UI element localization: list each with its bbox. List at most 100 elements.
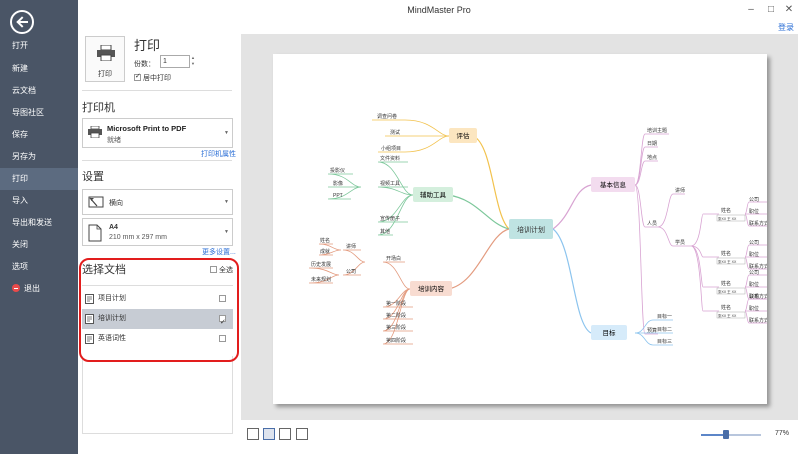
svg-text:学员: 学员 (675, 239, 685, 246)
mindmap-contact-node: 联系方式 (749, 263, 767, 270)
print-heading: 打印 (134, 38, 161, 53)
zoom-slider-handle[interactable] (723, 430, 730, 439)
file-menu-sidebar: 打开 新建 云文档 导图社区 保存 另存为 打印 导入 导出和发送 关闭 选项 … (0, 0, 78, 454)
title-bar: MindMaster Pro – □ ✕ (78, 0, 800, 22)
orientation-value: 横向 (109, 200, 123, 207)
paper-size-dropdown[interactable]: A4 210 mm x 297 mm ▼ (82, 218, 233, 246)
nav-item-exit[interactable]: 退出 (0, 278, 78, 300)
divider (82, 160, 232, 161)
mindmap-name-node: 姓名 (721, 280, 731, 287)
branch-tools: 辅助工具 (420, 190, 447, 199)
svg-text:视频工具: 视频工具 (380, 180, 400, 187)
svg-text:姓名: 姓名 (320, 237, 330, 244)
mindmap-sample-names: 张XX 王 XX (718, 313, 737, 318)
printer-name: Microsoft Print to PDF (107, 124, 187, 133)
mindmap-contact-node: 公司 (749, 294, 759, 300)
svg-text:讲师: 讲师 (346, 243, 356, 250)
mindmap-sample-names: 张XX 王 XX (718, 259, 737, 264)
print-preview-area[interactable]: 培训计划 评估 辅助工具 培训内容 基本信息 目标 调查问卷 测试 小组项目 文… (241, 34, 798, 420)
app-title: MindMaster Pro (407, 5, 471, 15)
svg-text:日期: 日期 (647, 141, 657, 147)
svg-text:第二阶段: 第二阶段 (386, 312, 406, 319)
chevron-down-icon: ▼ (224, 229, 229, 235)
svg-text:PPT: PPT (333, 193, 343, 199)
svg-text:预算: 预算 (647, 327, 657, 334)
preview-page: 培训计划 评估 辅助工具 培训内容 基本信息 目标 调查问卷 测试 小组项目 文… (273, 54, 767, 404)
svg-text:宣传册子: 宣传册子 (380, 215, 400, 222)
chevron-down-icon: ▼ (224, 130, 229, 136)
close-icon[interactable]: ✕ (782, 3, 796, 17)
copies-input[interactable]: 1 (160, 55, 190, 68)
center-print-checkbox[interactable]: 居中打印 (134, 72, 171, 83)
svg-text:第一阶段: 第一阶段 (386, 300, 406, 307)
svg-text:人员: 人员 (647, 221, 657, 227)
orientation-dropdown[interactable]: 横向 ▼ (82, 189, 233, 215)
svg-text:其他: 其他 (380, 228, 390, 235)
svg-text:公司: 公司 (346, 269, 356, 275)
mindmap-contact-node: 公司 (749, 240, 759, 246)
maximize-icon[interactable]: □ (764, 3, 778, 17)
nav-item-save[interactable]: 保存 (0, 124, 78, 146)
printer-icon (97, 45, 115, 61)
zoom-level: 77% (775, 430, 790, 437)
mindmap-name-node: 姓名 (721, 304, 731, 311)
copies-spinner[interactable]: ▲ ▼ (191, 55, 197, 68)
svg-text:培训主题: 培训主题 (647, 127, 667, 134)
login-link[interactable]: 登录 (778, 22, 794, 33)
nav-item-close[interactable]: 关闭 (0, 234, 78, 256)
mindmap-contact-node: 职位 (749, 251, 759, 258)
divider (82, 90, 232, 91)
nav-item-open[interactable]: 打开 (0, 35, 78, 57)
landscape-icon (88, 196, 104, 208)
nav-item-cloud-docs[interactable]: 云文档 (0, 80, 78, 102)
nav-item-export-send[interactable]: 导出和发送 (0, 212, 78, 234)
svg-text:文件资料: 文件资料 (380, 155, 400, 162)
mindmap-contact-node: 联系方式 (749, 317, 767, 324)
svg-text:投影仪: 投影仪 (330, 167, 345, 174)
printer-icon (88, 126, 102, 138)
document-list-box (82, 356, 233, 434)
nav-item-print[interactable]: 打印 (0, 168, 78, 190)
mindmap-contact-node: 职位 (749, 305, 759, 312)
zoom-slider[interactable] (701, 434, 761, 436)
mindmap-sample-names: 张XX 王 XX (718, 216, 737, 221)
mindmap-contact-node: 公司 (749, 270, 759, 276)
mindmap-sample-names: 张XX 王 XX (718, 289, 737, 294)
printer-dropdown[interactable]: Microsoft Print to PDF 就绪 ▼ (82, 118, 233, 148)
svg-text:调查问卷: 调查问卷 (377, 113, 397, 120)
svg-text:历史发展: 历史发展 (311, 261, 331, 268)
single-page-view-icon[interactable] (247, 428, 259, 440)
nav-item-import[interactable]: 导入 (0, 190, 78, 212)
nav-item-community[interactable]: 导图社区 (0, 102, 78, 124)
mindmap-contact-node: 职位 (749, 208, 759, 215)
mindmap-contact-node: 职位 (749, 281, 759, 288)
svg-text:目标二: 目标二 (657, 326, 672, 333)
svg-text:目标三: 目标三 (657, 338, 672, 345)
svg-text:影像: 影像 (333, 180, 343, 187)
exit-icon (12, 284, 20, 292)
mindmap-name-node: 姓名 (721, 250, 731, 257)
minimize-icon[interactable]: – (744, 3, 758, 17)
back-arrow-icon[interactable] (10, 10, 34, 34)
fit-width-view-icon[interactable] (263, 428, 275, 440)
svg-text:测试: 测试 (390, 129, 400, 136)
chevron-down-icon: ▼ (224, 199, 229, 205)
svg-text:目标一: 目标一 (657, 313, 672, 320)
fit-page-view-icon[interactable] (279, 428, 291, 440)
mindmap-name-node: 姓名 (721, 207, 731, 214)
paper-name: A4 (109, 224, 118, 231)
branch-evaluation: 评估 (457, 131, 471, 140)
mindmap-preview: 培训计划 评估 辅助工具 培训内容 基本信息 目标 调查问卷 测试 小组项目 文… (308, 113, 767, 346)
printer-properties-link[interactable]: 打印机属性 (201, 149, 236, 159)
print-settings-panel: 打印 打印 份数： 1 ▲▼ 居中打印 打印机 Microsoft Print … (78, 22, 238, 454)
multi-page-view-icon[interactable] (296, 428, 308, 440)
checkbox-icon (134, 72, 141, 81)
print-button[interactable]: 打印 (85, 36, 125, 82)
nav-item-save-as[interactable]: 另存为 (0, 146, 78, 168)
nav-item-new[interactable]: 新建 (0, 58, 78, 80)
branch-content: 培训内容 (418, 284, 445, 293)
annotation-highlight-box (79, 258, 239, 362)
svg-text:第三阶段: 第三阶段 (386, 324, 406, 331)
svg-text:开场白: 开场白 (386, 255, 401, 262)
nav-item-options[interactable]: 选项 (0, 256, 78, 278)
